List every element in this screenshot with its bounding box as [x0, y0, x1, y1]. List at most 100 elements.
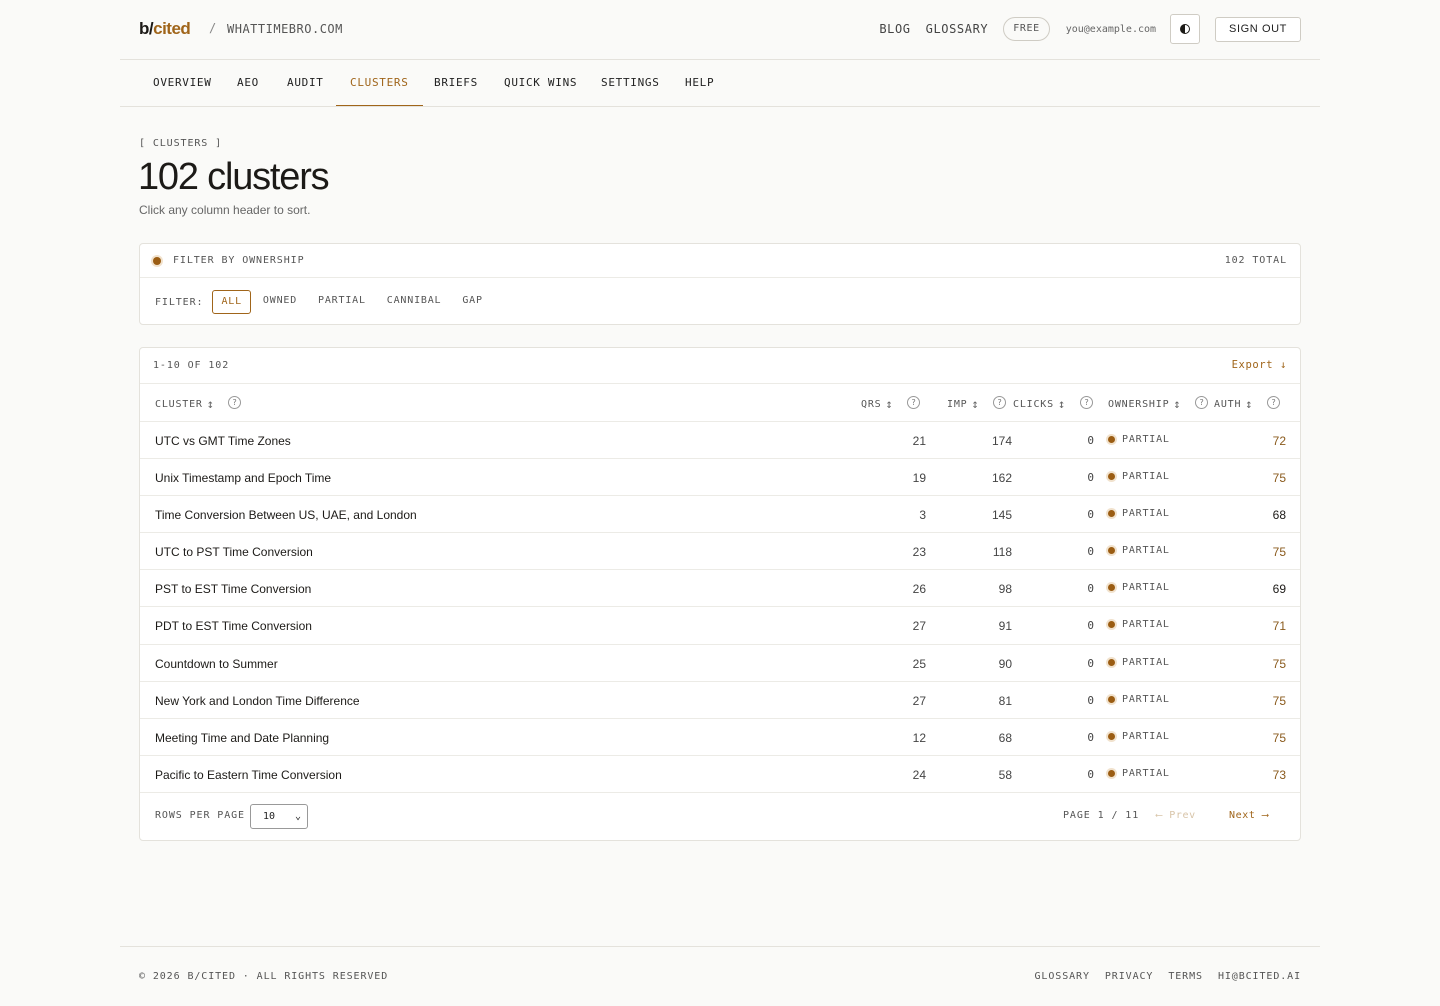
cluster-name[interactable]: Pacific to Eastern Time Conversion — [155, 768, 342, 782]
table-row[interactable]: UTC to PST Time Conversion 23 118 0 PARTIAL 7… — [140, 533, 1300, 571]
table-row[interactable]: PDT to EST Time Conversion 27 91 0 PARTIAL 71 — [140, 607, 1300, 645]
help-icon[interactable]: ? — [1267, 396, 1280, 409]
auth-value: 72 — [1272, 434, 1286, 448]
ownership-badge: PARTIAL — [1108, 619, 1170, 630]
footer-link-privacy[interactable]: PRIVACY — [1105, 971, 1153, 982]
table-row[interactable]: Countdown to Summer 25 90 0 PARTIAL 75 — [140, 645, 1300, 682]
column-ownership[interactable]: OWNERSHIP ↕ — [1108, 397, 1181, 411]
qrs-value: 26 — [912, 582, 926, 597]
top-bar: b/cited / WHATTIMEBRO.COM BLOG GLOSSARY … — [120, 0, 1320, 60]
pagination: ROWS PER PAGE 10 ⌄ PAGE 1 / 11 ⟵ Prev Nex… — [140, 792, 1300, 840]
help-icon[interactable]: ? — [1080, 396, 1093, 409]
tab-overview[interactable]: OVERVIEW — [153, 61, 212, 106]
tab-settings[interactable]: SETTINGS — [601, 61, 660, 106]
help-icon[interactable]: ? — [993, 396, 1006, 409]
table-row[interactable]: New York and London Time Difference 27 81 0… — [140, 682, 1300, 719]
rows-per-page-select[interactable]: 10 ⌄ — [250, 804, 308, 829]
cluster-name[interactable]: UTC vs GMT Time Zones — [155, 434, 291, 448]
cluster-name[interactable]: Time Conversion Between US, UAE, and Lon… — [155, 508, 417, 522]
qrs-value: 27 — [912, 619, 926, 634]
sort-icon: ↕ — [206, 397, 215, 411]
cluster-name[interactable]: Unix Timestamp and Epoch Time — [155, 471, 331, 485]
cluster-name[interactable]: New York and London Time Difference — [155, 694, 360, 708]
table-row[interactable]: Pacific to Eastern Time Conversion 24 58 0 P… — [140, 756, 1300, 793]
footer-link-terms[interactable]: TERMS — [1168, 971, 1203, 982]
next-button[interactable]: Next ⟶ — [1229, 810, 1269, 821]
clicks-value: 0 — [1087, 656, 1094, 670]
help-icon[interactable]: ? — [228, 396, 241, 409]
cluster-name[interactable]: PST to EST Time Conversion — [155, 582, 311, 596]
help-icon[interactable]: ? — [907, 396, 920, 409]
logo[interactable]: b/cited — [139, 19, 191, 39]
clicks-value: 0 — [1087, 471, 1094, 485]
filter-all[interactable]: ALL — [212, 290, 251, 314]
sort-icon: ↕ — [1057, 397, 1066, 411]
imp-value: 81 — [998, 693, 1012, 708]
tab-audit[interactable]: AUDIT — [287, 61, 324, 106]
clusters-table: 1-10 OF 102 Export ↓ CLUSTER ↕ ? QRS ↕ ? I… — [139, 347, 1301, 841]
qrs-value: 23 — [912, 545, 926, 560]
sort-icon: ↕ — [1245, 397, 1254, 411]
footer-link-email[interactable]: HI@BCITED.AI — [1218, 971, 1301, 982]
column-auth[interactable]: AUTH ↕ — [1214, 397, 1253, 411]
table-row[interactable]: Meeting Time and Date Planning 12 68 0 PARTI… — [140, 719, 1300, 756]
column-cluster[interactable]: CLUSTER ↕ — [155, 397, 215, 411]
help-icon[interactable]: ? — [1195, 396, 1208, 409]
site-name[interactable]: WHATTIMEBRO.COM — [227, 22, 343, 36]
auth-value: 73 — [1272, 767, 1286, 782]
ownership-dot-icon — [1108, 436, 1115, 443]
qrs-value: 25 — [912, 656, 926, 671]
ownership-dot-icon — [1108, 658, 1115, 666]
blog-link[interactable]: BLOG — [879, 22, 910, 36]
page-subtitle: Click any column header to sort. — [139, 203, 311, 217]
glossary-link[interactable]: GLOSSARY — [926, 22, 989, 36]
filter-owned[interactable]: OWNED — [263, 290, 297, 314]
sort-icon: ↕ — [971, 397, 980, 411]
auth-value: 75 — [1272, 471, 1286, 486]
clicks-value: 0 — [1087, 434, 1094, 447]
table-row[interactable]: PST to EST Time Conversion 26 98 0 PARTIAL 69 — [140, 570, 1300, 608]
ownership-badge: PARTIAL — [1108, 545, 1170, 556]
tab-clusters[interactable]: CLUSTERS — [336, 61, 423, 106]
contrast-icon — [1180, 24, 1191, 34]
ownership-dot-icon — [1108, 769, 1115, 777]
cluster-name[interactable]: UTC to PST Time Conversion — [155, 545, 313, 559]
table-row[interactable]: Unix Timestamp and Epoch Time 19 162 0 PARTI… — [140, 459, 1300, 497]
filter-gap[interactable]: GAP — [462, 290, 482, 314]
ownership-dot-icon — [1108, 732, 1115, 740]
table-row[interactable]: UTC vs GMT Time Zones 21 174 0 PARTIAL 72 — [140, 422, 1300, 460]
table-header: CLUSTER ↕ ? QRS ↕ ? IMP ↕ ? CLICKS ↕ ? OWNER… — [140, 384, 1300, 422]
auth-value: 75 — [1272, 545, 1286, 560]
column-imp[interactable]: IMP ↕ — [947, 397, 980, 411]
ownership-badge: PARTIAL — [1108, 768, 1170, 779]
row-range: 1-10 OF 102 — [153, 360, 230, 371]
clicks-value: 0 — [1087, 767, 1094, 781]
export-button[interactable]: Export ↓ — [1232, 359, 1287, 371]
total-count: 102 TOTAL — [1224, 255, 1287, 266]
ownership-badge: PARTIAL — [1108, 434, 1170, 445]
column-qrs[interactable]: QRS ↕ — [861, 397, 894, 411]
filter-card: FILTER BY OWNERSHIP 102 TOTAL FILTER: AL… — [139, 243, 1301, 325]
cluster-name[interactable]: PDT to EST Time Conversion — [155, 619, 312, 633]
tab-quick-wins[interactable]: QUICK WINS — [504, 61, 577, 106]
clicks-value: 0 — [1087, 545, 1094, 559]
tab-aeo[interactable]: AEO — [237, 61, 259, 106]
footer-link-glossary[interactable]: GLOSSARY — [1035, 971, 1090, 982]
prev-button[interactable]: ⟵ Prev — [1156, 810, 1196, 821]
qrs-value: 27 — [912, 693, 926, 708]
filter-cannibal[interactable]: CANNIBAL — [387, 290, 442, 314]
theme-toggle-button[interactable] — [1170, 14, 1201, 44]
cluster-name[interactable]: Meeting Time and Date Planning — [155, 731, 329, 745]
sign-out-button[interactable]: SIGN OUT — [1215, 16, 1301, 42]
filter-partial[interactable]: PARTIAL — [318, 290, 366, 314]
column-clicks[interactable]: CLICKS ↕ — [1013, 397, 1066, 411]
auth-value: 75 — [1272, 693, 1286, 708]
table-row[interactable]: Time Conversion Between US, UAE, and Lon… — [140, 496, 1300, 534]
tab-help[interactable]: HELP — [685, 61, 714, 106]
auth-value: 71 — [1272, 619, 1286, 634]
cluster-name[interactable]: Countdown to Summer — [155, 657, 278, 671]
breadcrumb-separator: / — [209, 21, 217, 35]
tab-briefs[interactable]: BRIEFS — [434, 61, 478, 106]
table-body: UTC vs GMT Time Zones 21 174 0 PARTIAL 72 Uni… — [140, 422, 1300, 793]
qrs-value: 21 — [912, 434, 926, 448]
